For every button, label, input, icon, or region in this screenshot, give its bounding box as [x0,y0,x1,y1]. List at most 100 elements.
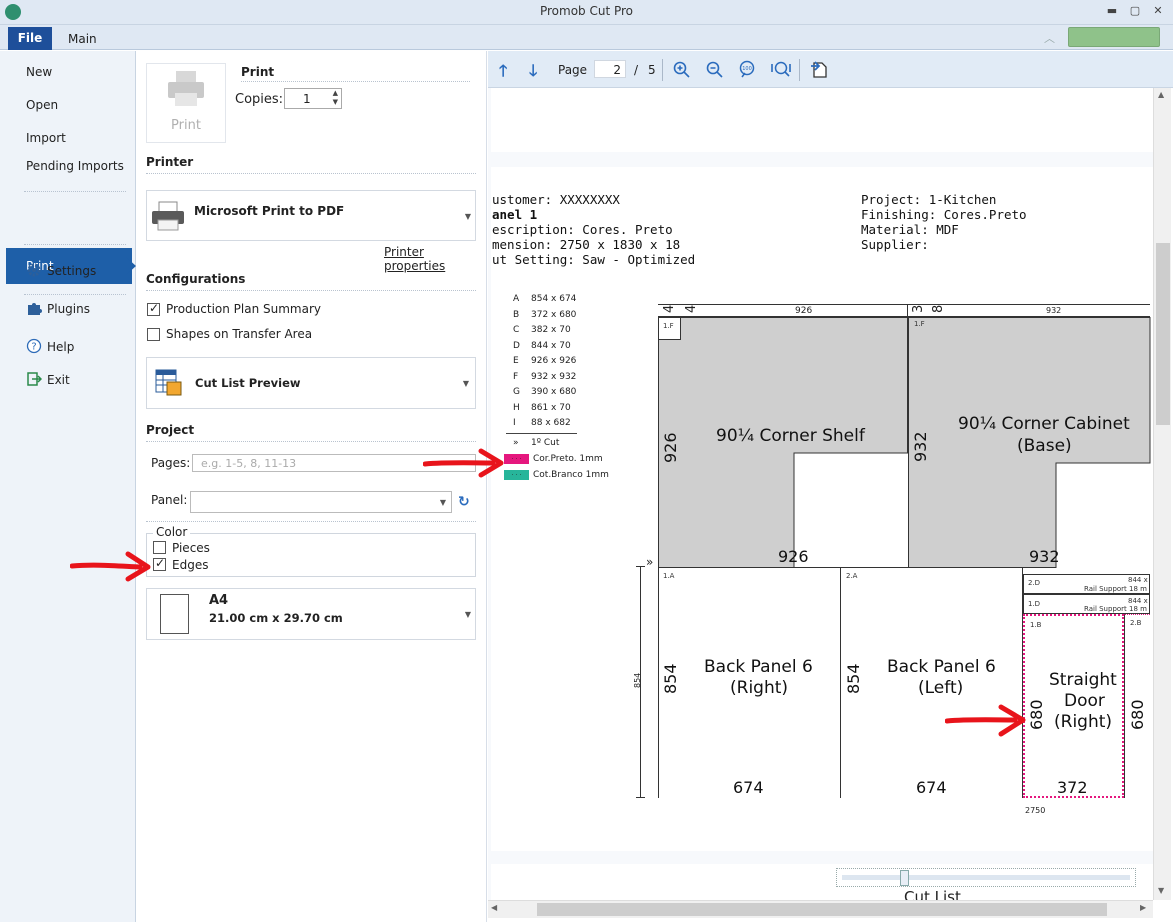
top-dim-b: 4 [684,304,699,313]
menu-settings[interactable]: Settings [47,264,96,278]
scroll-right-icon[interactable]: ▶ [1140,903,1146,912]
header-supplier: Supplier: [861,237,929,252]
copies-label: Copies: [235,92,284,107]
close-icon[interactable]: ✕ [1150,4,1166,18]
arrow-down-icon[interactable]: 🡓 [529,60,537,87]
page-label: Page [558,63,588,77]
menu-plugins[interactable]: Plugins [47,302,90,316]
piece-label: Back Panel 6 [704,657,813,677]
pages-label: Pages: [151,456,191,470]
pieces-checkbox[interactable] [153,541,166,554]
legend-row: C 382 x 70 [513,325,571,335]
zoom-in-icon[interactable] [673,61,691,79]
printer-properties-link[interactable]: Printer properties [384,245,486,273]
panel-select[interactable]: ▼ [190,491,452,513]
toolbar-divider [799,59,800,81]
menu-open[interactable]: Open [26,98,58,112]
scroll-thumb[interactable] [537,903,1107,916]
legend-row: I 88 x 682 [513,418,571,428]
vertical-scrollbar[interactable]: ▲ ▼ [1153,88,1171,900]
production-plan-summary-checkbox[interactable] [147,301,160,316]
menu-new[interactable]: New [26,65,52,79]
paper-name: A4 [209,593,229,608]
horizontal-scrollbar[interactable]: ◀ ▶ [488,900,1153,918]
shapes-on-transfer-area-label: Shapes on Transfer Area [166,327,313,341]
slider-thumb[interactable] [900,870,909,886]
status-button[interactable] [1068,27,1160,47]
menu-divider [24,244,126,245]
zoom-out-icon[interactable] [706,61,724,79]
piece-dim: 844 x [1128,597,1148,605]
chevron-down-icon: ▼ [464,212,471,221]
copies-stepper[interactable]: 1 ▲ ▼ [284,88,342,109]
stepper-down-icon[interactable]: ▼ [333,98,338,106]
legend-row: B 372 x 680 [513,310,577,320]
piece-code: 2.D [1028,579,1041,587]
arrow-up-icon[interactable]: 🡑 [499,60,507,87]
stepper-up-icon[interactable]: ▲ [333,89,338,97]
zoom-slider[interactable] [836,868,1136,887]
piece-label-2: Door [1064,691,1105,711]
scroll-up-icon[interactable]: ▲ [1158,90,1164,99]
printer-device-icon [152,201,184,231]
piece-width-dim: 674 [733,778,764,797]
edge-legend-pink: Cor.Preto. 1mm [533,454,603,464]
legend-row: G 390 x 680 [513,387,577,397]
printer-select[interactable]: Microsoft Print to PDF ▼ [146,190,476,241]
report-type-select[interactable]: Cut List Preview ▼ [146,357,476,409]
project-section-title: Project [146,423,195,437]
tab-main[interactable]: Main [68,32,97,46]
scroll-left-icon[interactable]: ◀ [491,903,497,912]
piece-code: 1.D [1028,600,1041,608]
edge-swatch-teal: . . . [504,470,529,480]
menu-divider [24,191,126,192]
piece-label: 90¼ Corner Shelf [716,426,865,446]
print-button-label: Print [171,118,201,133]
piece-label: Rail Support 18 m [1084,585,1147,593]
page-number-input[interactable]: 2 [594,60,626,78]
header-dimension: mension: 2750 x 1830 x 18 [492,237,681,252]
print-settings-panel: Print Print Copies: 1 ▲ ▼ Printer Micros… [137,51,487,922]
backstage-menu: New Open Import Pending Imports Print Se… [0,51,136,922]
chevron-down-icon: ▼ [462,379,469,388]
piece-width-dim: 372 [1057,778,1088,797]
menu-pending-imports[interactable]: Pending Imports [26,159,124,173]
scroll-thumb[interactable] [1156,243,1170,425]
piece-label-3: (Right) [1054,712,1113,732]
piece-label-2: (Left) [918,678,964,698]
print-title: Print [241,65,275,79]
help-icon: ? [26,338,42,354]
top-dimension-strip [658,304,1150,317]
zoom-fit-icon[interactable] [771,60,791,80]
printer-icon [168,71,204,106]
pages-placeholder: e.g. 1-5, 8, 11-13 [201,457,297,470]
left-dim: 854 [633,672,642,688]
collapse-ribbon-icon[interactable]: ︿ [1044,30,1055,46]
menu-import[interactable]: Import [26,131,66,145]
scroll-down-icon[interactable]: ▼ [1158,886,1164,895]
tab-file[interactable]: File [8,27,52,50]
minimize-icon[interactable]: ▬ [1104,4,1120,18]
header-customer: ustomer: XXXXXXXX [492,192,620,207]
shapes-on-transfer-area-checkbox[interactable] [147,328,160,341]
export-icon[interactable] [809,59,829,79]
zoom-100-icon[interactable]: 100 [738,60,758,80]
annotation-arrow-icon [423,448,504,478]
legend-row: A 854 x 674 [513,294,577,304]
edges-checkbox[interactable] [153,556,166,571]
piece-width-dim: 932 [1029,547,1060,566]
menu-exit[interactable]: Exit [47,373,70,387]
top-dim-e: 8 [931,304,946,313]
piece-width-dim: 926 [778,547,809,566]
piece-height-dim: 926 [661,432,680,463]
page-separator: / [634,63,639,77]
menu-help[interactable]: Help [47,340,74,354]
print-button[interactable]: Print [146,63,226,143]
ribbon-tabs: File Main ︿ [0,25,1173,50]
paper-size-select[interactable]: A4 21.00 cm x 29.70 cm ▼ [146,588,476,640]
maximize-icon[interactable]: ▢ [1127,4,1143,18]
refresh-icon[interactable]: ↻ [458,494,470,510]
panel-label: Panel: [151,493,188,507]
header-panel: anel 1 [492,207,538,222]
piece-code: 1.F [914,320,925,328]
